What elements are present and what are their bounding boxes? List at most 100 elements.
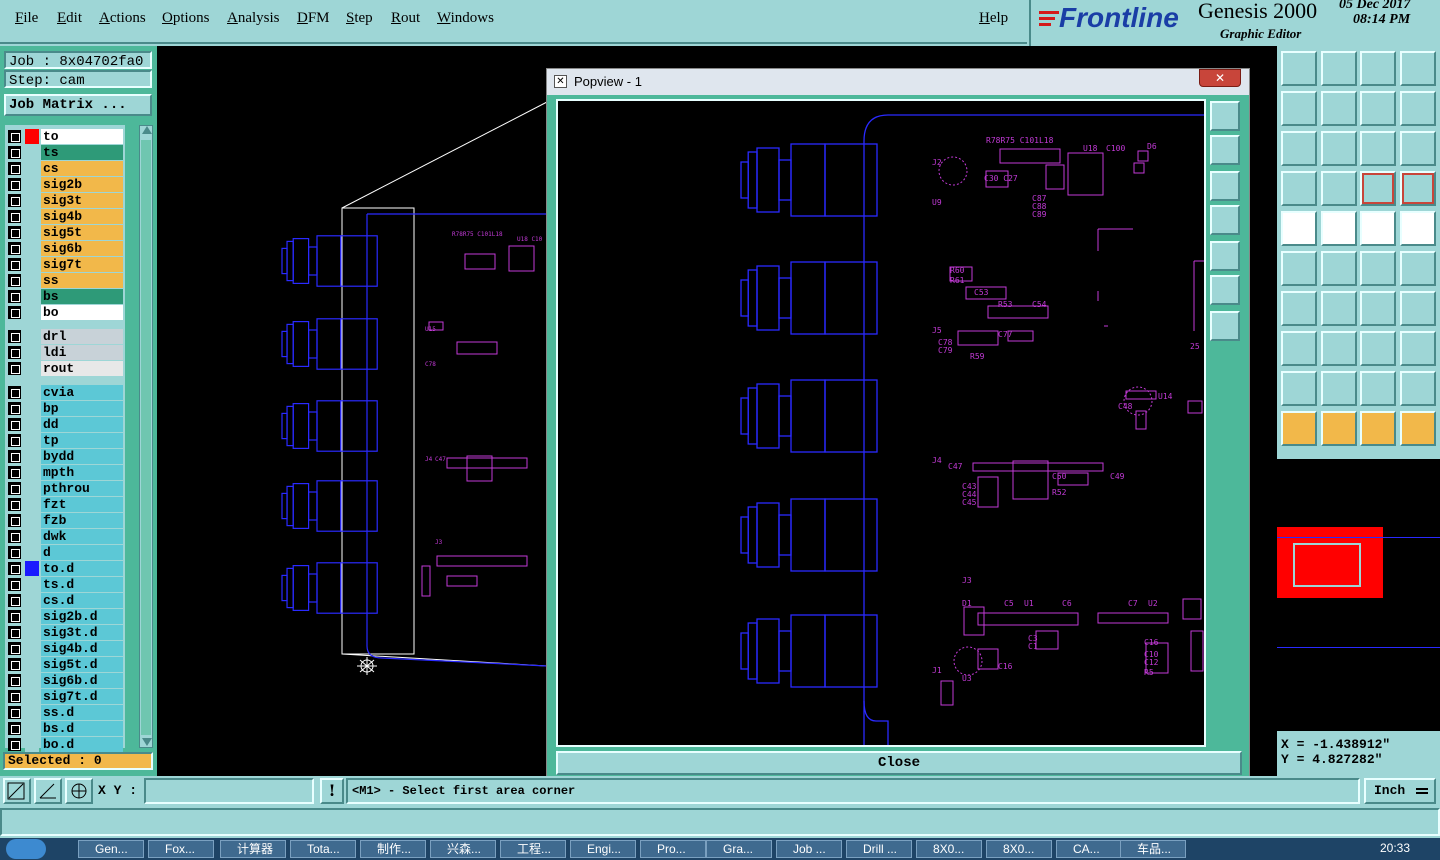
layer-row[interactable]: d [5, 545, 125, 560]
line-width-icon[interactable] [1321, 331, 1357, 366]
overview-map[interactable] [1277, 459, 1440, 731]
layer-row[interactable]: to.d [5, 561, 125, 576]
layer-checkbox[interactable] [8, 562, 21, 575]
layer-checkbox[interactable] [8, 546, 21, 559]
grid-icon[interactable] [65, 778, 93, 804]
layer-row[interactable]: ldi [5, 345, 125, 360]
taskbar-item[interactable]: Engi... [570, 840, 636, 858]
split-view-icon[interactable] [1400, 51, 1436, 86]
layer-row[interactable]: tp [5, 433, 125, 448]
zoom-extents-icon[interactable] [1321, 131, 1357, 166]
layer-row[interactable]: drl [5, 329, 125, 344]
menu-analysis[interactable]: Analysis [227, 10, 280, 27]
layer-checkbox[interactable] [8, 514, 21, 527]
menu-rout[interactable]: Rout [391, 10, 420, 27]
help-icon[interactable] [1400, 131, 1436, 166]
layer-row[interactable]: dd [5, 417, 125, 432]
layer-checkbox[interactable] [8, 226, 21, 239]
layer-checkbox[interactable] [8, 242, 21, 255]
start-button[interactable] [6, 839, 46, 859]
layer-checkbox[interactable] [8, 290, 21, 303]
layer-checkbox[interactable] [8, 402, 21, 415]
measure-icon[interactable] [1281, 171, 1317, 206]
job-matrix-button[interactable]: Job Matrix ... [4, 94, 152, 116]
scale-1-2-icon[interactable] [1360, 131, 1396, 166]
layer-checkbox[interactable] [8, 466, 21, 479]
layer-row[interactable]: fzb [5, 513, 125, 528]
layer-row[interactable]: mpth [5, 465, 125, 480]
layer-checkbox[interactable] [8, 418, 21, 431]
overview-viewport[interactable] [1293, 543, 1361, 587]
layer-row[interactable]: sig2b.d [5, 609, 125, 624]
layer-checkbox[interactable] [8, 274, 21, 287]
taskbar-item[interactable]: 8X0... [986, 840, 1052, 858]
popview-canvas[interactable]: R78R75 C101L18 U18 C100 D6 J2 U9 C30 C27… [556, 99, 1206, 747]
shapes-icon[interactable] [1400, 331, 1436, 366]
layer-checkbox[interactable] [8, 690, 21, 703]
layer-checkbox[interactable] [8, 450, 21, 463]
scroll-thumb[interactable] [141, 140, 151, 735]
layer-checkbox[interactable] [8, 578, 21, 591]
taskbar-item[interactable]: 8X0... [916, 840, 982, 858]
layer-checkbox[interactable] [8, 738, 21, 751]
taskbar-item[interactable]: 车品... [1120, 840, 1186, 858]
layer-row[interactable]: sig2b [5, 177, 125, 192]
layer-row[interactable]: bp [5, 401, 125, 416]
layer-row[interactable]: sig6b [5, 241, 125, 256]
taskbar-item[interactable]: Fox... [148, 840, 214, 858]
layer-row[interactable]: bs [5, 289, 125, 304]
traffic-light-icon[interactable] [1360, 171, 1396, 206]
close-window-button[interactable]: ✕ [1199, 69, 1241, 87]
layer-checkbox[interactable] [8, 626, 21, 639]
layer-row[interactable]: ss [5, 273, 125, 288]
layer-row[interactable]: ts.d [5, 577, 125, 592]
snake-icon[interactable] [1400, 91, 1436, 126]
layer-checkbox[interactable] [8, 346, 21, 359]
cross-icon[interactable] [1321, 251, 1357, 286]
layer-row[interactable]: sig6b.d [5, 673, 125, 688]
popview-zoom-home-icon[interactable] [1210, 135, 1240, 165]
arc-icon[interactable] [1360, 291, 1396, 326]
arrow-up-icon[interactable] [1321, 371, 1357, 406]
layer-down-icon[interactable] [1321, 51, 1357, 86]
popview-zoom-fit-icon[interactable] [1210, 101, 1240, 131]
layer-row[interactable]: sig7t [5, 257, 125, 272]
resize-icon[interactable] [1360, 331, 1396, 366]
layer-row[interactable]: sig3t [5, 193, 125, 208]
layer-checkbox[interactable] [8, 674, 21, 687]
popview-center-icon[interactable] [1210, 311, 1240, 341]
home-icon[interactable] [1360, 51, 1396, 86]
layer-row[interactable]: cs [5, 161, 125, 176]
record-icon[interactable] [1400, 211, 1436, 246]
layer-checkbox[interactable] [8, 194, 21, 207]
arch-icon[interactable] [1360, 371, 1396, 406]
layer-row[interactable]: rout [5, 361, 125, 376]
layer-checkbox[interactable] [8, 386, 21, 399]
menu-edit[interactable]: Edit [57, 10, 82, 27]
menu-options[interactable]: Options [162, 10, 210, 27]
snap-icon[interactable] [3, 778, 31, 804]
layer-row[interactable]: bo.d [5, 737, 125, 752]
pointer-circle-icon[interactable] [1360, 411, 1396, 446]
menu-dfm[interactable]: DFM [297, 10, 330, 27]
layer-row[interactable]: sig3t.d [5, 625, 125, 640]
layer-checkbox[interactable] [8, 162, 21, 175]
layer-checkbox[interactable] [8, 330, 21, 343]
layer-row[interactable]: sig5t [5, 225, 125, 240]
layer-checkbox[interactable] [8, 178, 21, 191]
layer-checkbox[interactable] [8, 306, 21, 319]
fill-icon[interactable] [1400, 291, 1436, 326]
layer-row[interactable]: bs.d [5, 721, 125, 736]
layer-checkbox[interactable] [8, 362, 21, 375]
probe-icon[interactable] [1321, 171, 1357, 206]
menu-help[interactable]: Help [979, 10, 1008, 27]
angle-icon[interactable] [1281, 291, 1317, 326]
layer-checkbox[interactable] [8, 434, 21, 447]
layer-checkbox[interactable] [8, 210, 21, 223]
layer-checkbox[interactable] [8, 498, 21, 511]
layer-checkbox[interactable] [8, 706, 21, 719]
layer-checkbox[interactable] [8, 610, 21, 623]
xy-input[interactable] [144, 778, 314, 804]
layer-row[interactable]: ts [5, 145, 125, 160]
pen-icon[interactable] [1321, 211, 1357, 246]
